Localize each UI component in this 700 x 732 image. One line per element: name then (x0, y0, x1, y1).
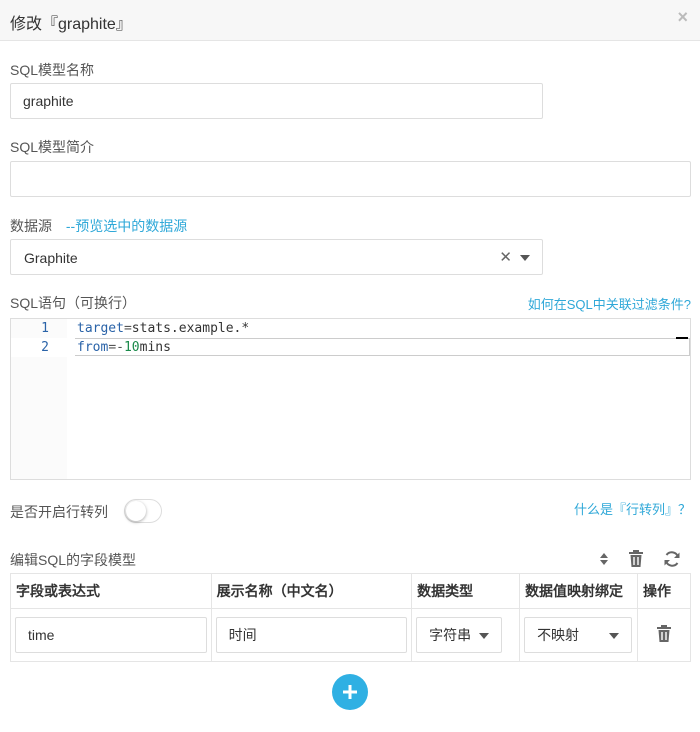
mapping-value: 不映射 (537, 627, 580, 643)
model-name-input[interactable]: graphite (10, 83, 543, 119)
row-to-col-toggle[interactable] (124, 499, 162, 523)
line-number: 1 (41, 321, 49, 336)
line-code: target=stats.example.* (77, 321, 250, 336)
datasource-label-row: 数据源 --预览选中的数据源 (10, 216, 187, 236)
column-header: 字段或表达式 (10, 573, 212, 609)
field-expr-input[interactable]: time (15, 617, 207, 653)
sql-editor[interactable]: 1 target=stats.example.* 2 from=-10mins (10, 318, 691, 480)
field-display-name-input[interactable]: 时间 (215, 617, 408, 653)
sort-icon[interactable] (598, 551, 610, 567)
toggle-knob (126, 501, 146, 521)
table-row: time 时间 字符串 不映射 (10, 608, 691, 662)
dialog-header: 修改『graphite』 × (0, 0, 700, 41)
plus-icon (343, 685, 357, 699)
model-desc-input[interactable] (10, 161, 691, 197)
mapping-select[interactable]: 不映射 (524, 617, 633, 653)
clear-icon[interactable]: ✕ (499, 248, 512, 266)
table-header-row: 字段或表达式 展示名称（中文名） 数据类型 数据值映射绑定 操作 (10, 573, 691, 609)
datasource-select[interactable]: Graphite ✕ (10, 239, 543, 275)
chevron-down-icon[interactable] (520, 255, 530, 261)
trash-icon[interactable] (656, 624, 672, 643)
line-code: from=-10mins (77, 340, 171, 355)
datasource-label: 数据源 (10, 218, 52, 234)
data-type-select[interactable]: 字符串 (416, 617, 503, 653)
column-header: 数据值映射绑定 (519, 573, 639, 609)
column-header: 展示名称（中文名） (210, 573, 413, 609)
trash-icon[interactable] (628, 550, 644, 568)
close-icon[interactable]: × (677, 7, 688, 28)
add-field-button[interactable] (332, 674, 368, 710)
fields-table: 字段或表达式 展示名称（中文名） 数据类型 数据值映射绑定 操作 time 时间… (10, 573, 691, 662)
preview-datasource-link[interactable]: --预览选中的数据源 (66, 218, 187, 234)
row-to-col-help-link[interactable]: 什么是『行转列』？ (574, 499, 691, 518)
sql-help-link[interactable]: 如何在SQL中关联过滤条件? (528, 294, 691, 313)
datasource-selected-value: Graphite (24, 250, 78, 266)
editor-cursor (676, 337, 688, 339)
editor-line[interactable]: 1 target=stats.example.* (11, 319, 690, 338)
dialog-title: 修改『graphite』 (10, 16, 132, 33)
row-to-col-label: 是否开启行转列 (10, 504, 108, 520)
chevron-down-icon (479, 633, 490, 639)
sql-label: SQL语句（可换行） (10, 295, 137, 311)
editor-line-active[interactable]: 2 from=-10mins (11, 338, 690, 357)
column-header: 操作 (637, 573, 691, 609)
refresh-icon[interactable] (663, 550, 681, 568)
model-name-label: SQL模型名称 (10, 62, 95, 78)
fields-label: 编辑SQL的字段模型 (10, 552, 137, 568)
model-desc-label: SQL模型简介 (10, 139, 95, 155)
data-type-value: 字符串 (429, 627, 472, 643)
column-header: 数据类型 (411, 573, 521, 609)
line-number: 2 (41, 340, 49, 355)
chevron-down-icon (609, 633, 620, 639)
